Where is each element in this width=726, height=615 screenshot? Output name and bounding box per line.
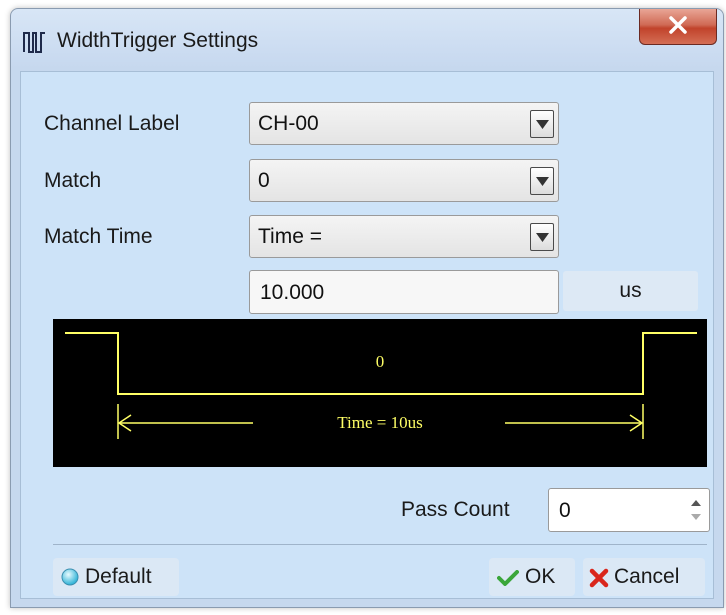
time-label: Time = 10us [337,413,422,432]
channel-label-value: CH-00 [258,112,319,135]
match-value: 0 [258,169,270,192]
chevron-down-icon[interactable] [530,110,554,138]
channel-label-label: Channel Label [44,112,180,135]
title-bar: WidthTrigger Settings [11,9,723,71]
dialog-content: Channel Label CH-00 Match 0 Match Time T… [20,71,714,599]
stepper-buttons[interactable] [686,492,706,528]
settings-dialog: WidthTrigger Settings Channel Label CH-0… [10,8,724,608]
match-time-label: Match Time [44,225,153,248]
checkmark-icon [497,570,519,586]
match-time-value: Time = [258,225,322,248]
window-title: WidthTrigger Settings [57,29,259,52]
chevron-up-icon[interactable] [691,500,701,506]
x-icon [589,568,609,588]
chevron-down-icon[interactable] [691,514,701,520]
divider [53,544,707,545]
width-trigger-diagram: 0 Time = 10us [53,319,707,467]
close-icon [669,16,687,34]
ok-button[interactable]: OK [489,558,575,596]
close-button[interactable] [639,9,717,45]
circle-icon [61,568,79,586]
cancel-label: Cancel [614,565,680,588]
time-value-text: 10.000 [260,281,325,304]
channel-label-select[interactable]: CH-00 [249,102,559,145]
level-label: 0 [376,352,385,371]
time-value-input[interactable]: 10.000 [249,270,559,314]
match-label: Match [44,169,102,192]
default-label: Default [85,565,152,588]
width-trigger-icon [23,31,49,53]
pass-count-stepper[interactable]: 0 [548,488,710,532]
match-time-select[interactable]: Time = [249,215,559,258]
time-unit-button[interactable]: us [563,271,698,311]
match-select[interactable]: 0 [249,159,559,202]
default-button[interactable]: Default [53,558,179,596]
chevron-down-icon[interactable] [530,167,554,195]
ok-label: OK [525,565,556,588]
pass-count-value: 0 [559,499,571,522]
pass-count-label: Pass Count [401,498,510,521]
cancel-button[interactable]: Cancel [583,558,705,596]
chevron-down-icon[interactable] [530,223,554,251]
